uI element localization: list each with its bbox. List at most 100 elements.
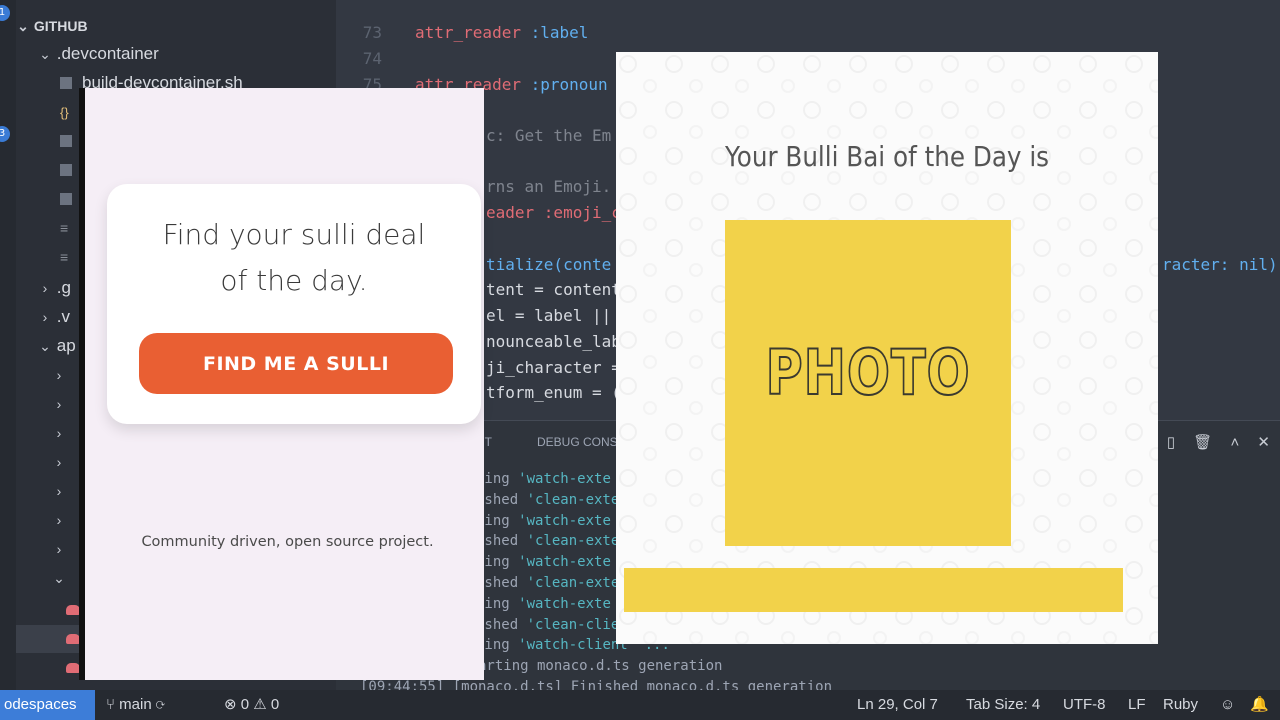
terminal-line: ting 'watch-exte bbox=[476, 469, 611, 490]
feedback-icon[interactable]: ☺ bbox=[1220, 690, 1235, 720]
sync-icon: ⟳ bbox=[151, 696, 165, 713]
tree-chevron[interactable]: › bbox=[52, 390, 66, 418]
ruby-icon bbox=[66, 663, 80, 673]
find-me-button[interactable]: FIND ME A SULLI bbox=[139, 333, 453, 394]
code-fragment: tform_enum = ( bbox=[486, 383, 621, 402]
git-branch-icon: ⑂ bbox=[106, 696, 120, 713]
deal-box: Find your sulli deal of the day. FIND ME… bbox=[107, 184, 481, 424]
error-icon: ⊗ bbox=[224, 696, 241, 713]
tree-label: .devcontainer bbox=[56, 44, 159, 63]
tree-chevron[interactable]: › bbox=[52, 535, 66, 563]
bell-icon[interactable]: 🔔 bbox=[1250, 690, 1269, 720]
file-icon bbox=[60, 164, 72, 176]
trash-icon[interactable]: 🗑 bbox=[1193, 434, 1212, 451]
terminal-task: 'clean-exte bbox=[526, 533, 620, 550]
text-file-icon: ≡ bbox=[60, 249, 69, 265]
file-icon bbox=[60, 135, 72, 147]
cursor-position[interactable]: Ln 29, Col 7 bbox=[857, 690, 938, 720]
language-mode[interactable]: Ruby bbox=[1163, 690, 1198, 720]
error-count: 0 bbox=[240, 696, 250, 713]
ruby-file-row[interactable] bbox=[66, 596, 80, 624]
tree-file[interactable]: ≡ bbox=[60, 243, 72, 271]
terminal-line: ished 'clean-exte bbox=[476, 573, 619, 594]
chevron-down-icon: ⌄ bbox=[53, 570, 65, 586]
terminal-line: ished 'clean-exte bbox=[476, 531, 619, 552]
code-line: 73 attr_reader :label bbox=[336, 20, 589, 46]
tree-chevron[interactable]: › bbox=[52, 506, 66, 534]
terminal-line: ting 'watch-exte bbox=[476, 552, 611, 573]
code-fragment: ji_character = bbox=[486, 358, 621, 377]
tab-size[interactable]: Tab Size: 4 bbox=[966, 690, 1040, 720]
close-icon[interactable]: ✕ bbox=[1257, 434, 1270, 451]
tab-debug-console[interactable]: DEBUG CONS bbox=[537, 435, 618, 449]
tree-chevron[interactable]: › bbox=[52, 361, 66, 389]
photo-label: PHOTO bbox=[765, 335, 971, 410]
panel-actions: ▯ 🗑 ˄ ✕ bbox=[1153, 433, 1270, 451]
day-title: Your Bulli Bai of the Day is bbox=[724, 140, 1050, 173]
name-bar bbox=[624, 568, 1123, 612]
tree-folder[interactable]: › .v bbox=[38, 303, 70, 331]
tree-chevron[interactable]: › bbox=[52, 419, 66, 447]
problems-indicator[interactable]: ⊗ 0 ⚠ 0 bbox=[224, 690, 279, 720]
tree-chevron[interactable]: › bbox=[52, 477, 66, 505]
code-fragment: eader :emoji_c bbox=[486, 203, 621, 222]
code-line: 74 bbox=[336, 46, 415, 72]
terminal-task: 'clean-clie bbox=[526, 616, 620, 633]
code-fragment: el = label || bbox=[486, 306, 612, 325]
tree-folder[interactable]: ⌄ ap bbox=[38, 332, 76, 360]
warning-count: 0 bbox=[270, 696, 280, 713]
chevron-right-icon: › bbox=[56, 454, 62, 470]
line-ending[interactable]: LF bbox=[1128, 690, 1146, 720]
chevron-down-icon: ⌄ bbox=[17, 18, 29, 34]
chevron-up-icon[interactable]: ˄ bbox=[1230, 434, 1239, 451]
ruby-icon bbox=[66, 634, 80, 644]
remote-indicator[interactable]: odespaces bbox=[0, 690, 95, 720]
tree-folder[interactable]: ⌄ .devcontainer bbox=[38, 40, 159, 68]
deal-title-line: Find your sulli deal bbox=[162, 218, 426, 251]
ruby-icon bbox=[66, 605, 80, 615]
code-keyword: attr_reader bbox=[415, 23, 521, 42]
tree-chevron[interactable]: ⌄ bbox=[52, 564, 66, 592]
warning-icon: ⚠ bbox=[249, 696, 271, 713]
photo-placeholder: PHOTO bbox=[725, 220, 1011, 546]
chevron-right-icon: › bbox=[56, 367, 62, 383]
ruby-file-row[interactable] bbox=[66, 654, 80, 682]
code-comment: c: Get the Em bbox=[486, 126, 612, 145]
tree-file[interactable]: {} bbox=[60, 98, 79, 126]
terminal-line: ished 'clean-clie bbox=[476, 615, 619, 636]
tree-label: .g bbox=[56, 278, 71, 297]
community-footer: Community driven, open source project. bbox=[141, 534, 434, 550]
chevron-right-icon: › bbox=[56, 425, 62, 441]
tree-folder[interactable]: › .g bbox=[38, 274, 71, 302]
tree-label: .v bbox=[56, 307, 70, 326]
chevron-right-icon: › bbox=[56, 396, 62, 412]
json-file-icon: {} bbox=[60, 105, 69, 120]
terminal-task: 'watch-exte bbox=[518, 554, 611, 571]
terminal-task: 'watch-exte bbox=[518, 595, 611, 612]
split-icon[interactable]: ▯ bbox=[1167, 434, 1175, 451]
chevron-right-icon: › bbox=[56, 512, 62, 528]
bulli-bai-card: Your Bulli Bai of the Day is PHOTO bbox=[616, 52, 1158, 644]
terminal-task: 'clean-exte bbox=[526, 575, 620, 591]
activity-badge[interactable]: 1 bbox=[0, 5, 10, 21]
activity-badge[interactable]: 3 bbox=[0, 126, 10, 142]
code-fragment: racter: nil) bbox=[1162, 255, 1278, 274]
tree-file[interactable]: ≡ bbox=[60, 214, 72, 242]
chevron-down-icon: ⌄ bbox=[39, 338, 51, 354]
branch-indicator[interactable]: ⑂ main ⟳ bbox=[106, 690, 165, 720]
tree-section[interactable]: ⌄ GITHUB bbox=[16, 12, 88, 40]
encoding[interactable]: UTF-8 bbox=[1063, 690, 1106, 720]
chevron-right-icon: › bbox=[56, 541, 62, 557]
line-number: 73 bbox=[362, 23, 382, 42]
terminal-task: 'watch-exte bbox=[518, 512, 611, 529]
terminal-task: 'watch-exte bbox=[518, 471, 611, 487]
code-fragment: tialize(conte bbox=[486, 255, 612, 274]
tree-label: GITHUB bbox=[33, 18, 88, 34]
deal-title: Find your sulli deal of the day. bbox=[107, 212, 481, 304]
code-fragment: tent = content bbox=[486, 280, 621, 299]
terminal-line: ished 'clean-exte bbox=[476, 490, 619, 511]
chevron-down-icon: ⌄ bbox=[39, 46, 51, 62]
terminal-line: ting 'watch-exte bbox=[476, 511, 611, 532]
tree-chevron[interactable]: › bbox=[52, 448, 66, 476]
code-symbol: :label bbox=[520, 23, 589, 42]
